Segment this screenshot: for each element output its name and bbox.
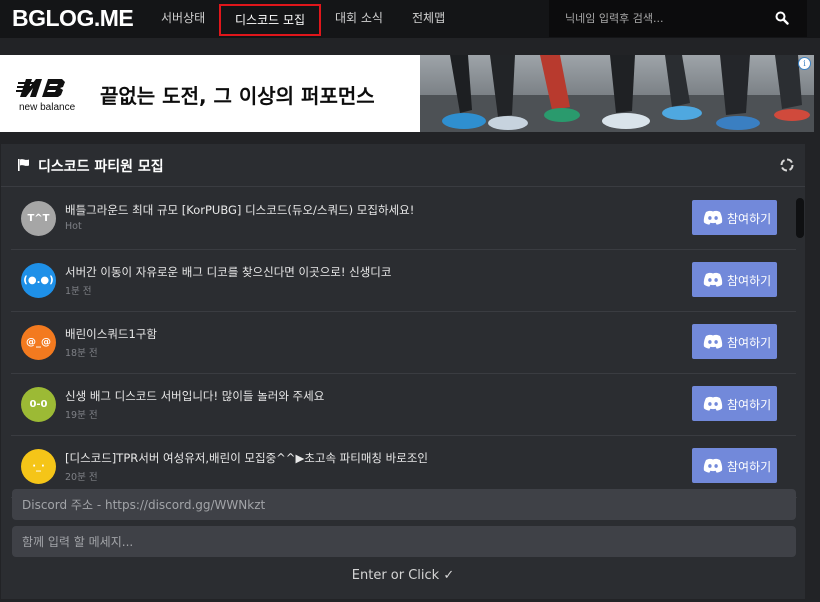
join-button-label: 참여하기 xyxy=(727,212,772,226)
search-box xyxy=(549,0,807,37)
discord-icon xyxy=(703,458,723,473)
submit-button[interactable]: Enter or Click ✓ xyxy=(1,568,805,583)
post-time: 19분 전 xyxy=(65,410,98,421)
join-button-label: 참여하기 xyxy=(727,398,772,412)
discord-icon xyxy=(703,396,723,411)
server-title[interactable]: 신생 배그 디스코드 서버입니다! 많이들 놀러와 주세요 xyxy=(65,388,324,404)
server-title[interactable]: 배린이스쿼드1구함 xyxy=(65,326,157,342)
discord-url-input[interactable] xyxy=(12,489,796,520)
nav-tournament-news[interactable]: 대회 소식 xyxy=(335,8,383,28)
recruit-row: 0-0 신생 배그 디스코드 서버입니다! 많이들 놀러와 주세요 19분 전 … xyxy=(11,374,797,436)
panel-header: 디스코드 파티원 모집 xyxy=(1,144,805,187)
recruit-list: T^T 배틀그라운드 최대 규모 [KorPUBG] 디스코드(듀오/스쿼드) … xyxy=(11,188,797,519)
panel-title: 디스코드 파티원 모집 xyxy=(38,159,164,175)
nav-discord-recruit[interactable]: 디스코드 모집 xyxy=(219,4,322,36)
server-avatar: (●.●) xyxy=(21,263,56,298)
search-input[interactable] xyxy=(557,0,783,37)
refresh-icon[interactable] xyxy=(779,157,795,173)
discord-recruit-panel: 디스코드 파티원 모집 T^T 배틀그라운드 최대 규모 [KorPUBG] 디… xyxy=(1,144,805,599)
server-avatar: 0-0 xyxy=(21,387,56,422)
post-time: Hot xyxy=(65,221,82,232)
scrollbar-thumb[interactable] xyxy=(796,198,804,238)
list-scrollbar[interactable] xyxy=(796,196,805,482)
server-avatar: T^T xyxy=(21,201,56,236)
banner-slogan: 끝없는 도전, 그 이상의 퍼포먼스 xyxy=(100,84,375,108)
recruit-row: @_@ 배린이스쿼드1구함 18분 전 참여하기 xyxy=(11,312,797,374)
top-navigation-bar: BGLOG.ME 서버상태 디스코드 모집 대회 소식 전체맵 xyxy=(0,0,820,38)
search-icon[interactable] xyxy=(775,11,789,25)
server-title[interactable]: 배틀그라운드 최대 규모 [KorPUBG] 디스코드(듀오/스쿼드) 모집하세… xyxy=(65,202,414,218)
new-balance-logo xyxy=(16,79,65,97)
discord-icon xyxy=(703,334,723,349)
advertisement-banner[interactable]: new balance 끝없는 도전, 그 이상의 퍼포먼스 i xyxy=(0,55,814,132)
server-avatar: @_@ xyxy=(21,325,56,360)
join-button-label: 참여하기 xyxy=(727,336,772,350)
brand-text: new balance xyxy=(19,102,76,113)
post-time: 20분 전 xyxy=(65,472,98,483)
post-time: 18분 전 xyxy=(65,348,98,359)
join-button-label: 참여하기 xyxy=(727,460,772,474)
join-button-label: 참여하기 xyxy=(727,274,772,288)
server-title[interactable]: [디스코드]TPR서버 여성유저,배린이 모집중^^▶초고속 파티매칭 바로조인 xyxy=(65,450,428,466)
join-button[interactable]: 참여하기 xyxy=(692,324,777,359)
nav-server-status[interactable]: 서버상태 xyxy=(161,8,205,28)
ad-info-icon[interactable]: i xyxy=(798,57,811,70)
nav-full-map[interactable]: 전체맵 xyxy=(412,8,445,28)
join-button[interactable]: 참여하기 xyxy=(692,200,777,235)
recruit-row: (●.●) 서버간 이동이 자유로운 배그 디코를 찾으신다면 이곳으로! 신생… xyxy=(11,250,797,312)
post-time: 1분 전 xyxy=(65,286,92,297)
message-input[interactable] xyxy=(12,526,796,557)
join-button[interactable]: 참여하기 xyxy=(692,386,777,421)
site-logo[interactable]: BGLOG.ME xyxy=(12,5,134,32)
discord-icon xyxy=(703,272,723,287)
recruit-row: T^T 배틀그라운드 최대 규모 [KorPUBG] 디스코드(듀오/스쿼드) … xyxy=(11,188,797,250)
server-title[interactable]: 서버간 이동이 자유로운 배그 디코를 찾으신다면 이곳으로! 신생디코 xyxy=(65,264,391,280)
discord-icon xyxy=(703,210,723,225)
flag-icon xyxy=(18,159,29,171)
runners-photo xyxy=(420,55,814,132)
server-avatar: ·_· xyxy=(21,449,56,484)
join-button[interactable]: 참여하기 xyxy=(692,262,777,297)
join-button[interactable]: 참여하기 xyxy=(692,448,777,483)
